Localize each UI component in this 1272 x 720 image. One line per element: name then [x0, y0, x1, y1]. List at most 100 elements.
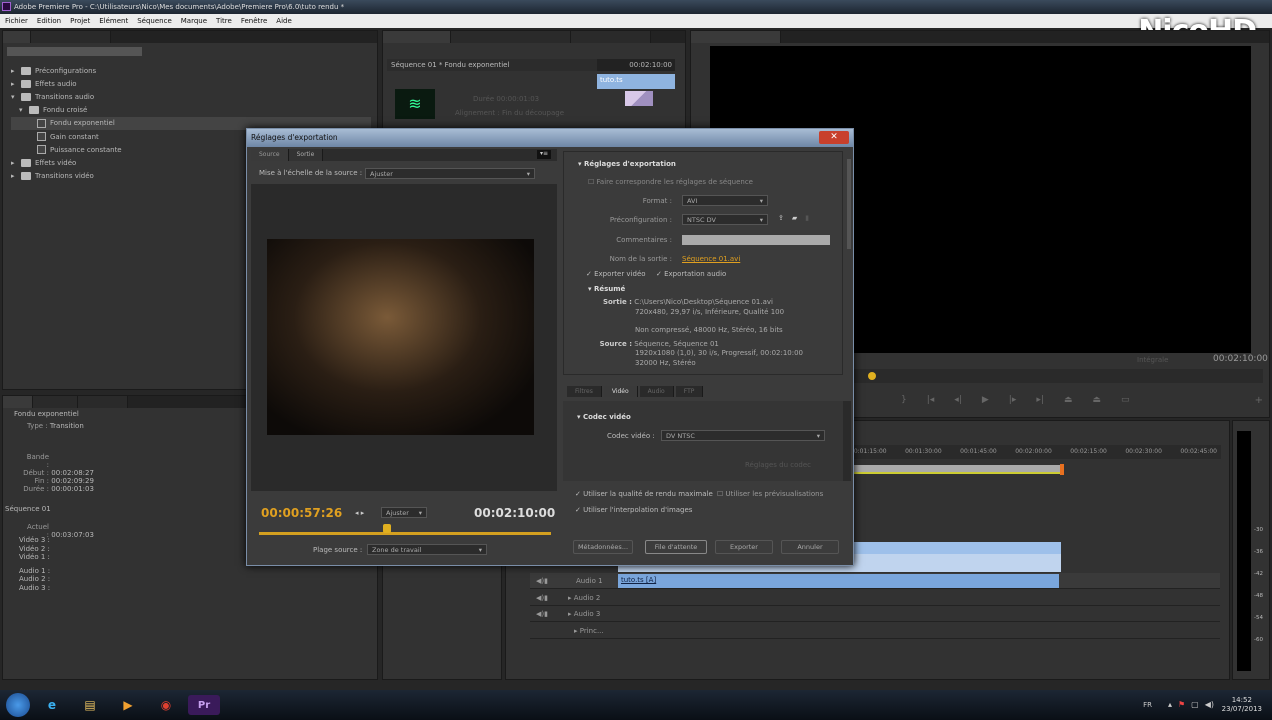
- volume-icon[interactable]: ◀): [1205, 700, 1214, 709]
- export-frame-icon[interactable]: ▭: [1121, 395, 1130, 405]
- go-to-in-icon[interactable]: |◂: [927, 395, 935, 405]
- step-forward-icon[interactable]: |▸: [1009, 395, 1017, 405]
- scale-dropdown[interactable]: Ajuster: [365, 168, 535, 179]
- go-to-out-icon[interactable]: ▸|: [1036, 395, 1044, 405]
- collapse-arrow-icon[interactable]: ▸: [11, 67, 17, 75]
- format-dropdown[interactable]: AVI: [682, 195, 768, 206]
- menu-element[interactable]: Elément: [99, 17, 128, 25]
- ie-icon[interactable]: e: [36, 695, 68, 715]
- collapse-arrow-icon[interactable]: ▸: [11, 159, 17, 167]
- collapse-arrow-icon[interactable]: ▸: [11, 80, 17, 88]
- metadata-button[interactable]: Métadonnées...: [573, 540, 633, 554]
- clock-date[interactable]: 23/07/2013: [1222, 705, 1262, 714]
- folder-icon: [21, 172, 31, 181]
- effects-search-input[interactable]: [7, 47, 142, 56]
- export-audio-checkbox[interactable]: Exportation audio: [664, 270, 726, 278]
- speaker-icon[interactable]: ◀)▮: [536, 610, 548, 618]
- folder-icon: [21, 79, 31, 88]
- frame-blending-checkbox[interactable]: Utiliser l'interpolation d'images: [583, 506, 692, 514]
- tab-effect-controls[interactable]: [383, 31, 451, 43]
- codec-dropdown[interactable]: DV NTSC: [661, 430, 825, 441]
- tab-metadata[interactable]: [571, 31, 651, 43]
- effects-tree-item[interactable]: ▸ Préconfigurations: [11, 64, 371, 77]
- menu-marque[interactable]: Marque: [181, 17, 207, 25]
- import-preset-icon[interactable]: ▰: [792, 214, 797, 222]
- export-button[interactable]: Exporter: [715, 540, 773, 554]
- playhead[interactable]: [868, 372, 876, 380]
- tab-video[interactable]: Vidéo: [603, 386, 638, 397]
- delete-preset-icon[interactable]: ▮: [805, 214, 809, 222]
- language-indicator[interactable]: FR: [1143, 701, 1152, 709]
- work-area-end[interactable]: [1060, 464, 1064, 475]
- previews-checkbox[interactable]: Utiliser les prévisualisations: [726, 490, 824, 498]
- export-video-checkbox[interactable]: Exporter vidéo: [594, 270, 645, 278]
- menu-aide[interactable]: Aide: [276, 17, 291, 25]
- clock-time[interactable]: 14:52: [1222, 696, 1262, 705]
- start-button[interactable]: [6, 693, 30, 717]
- tray-flag-icon[interactable]: ⚑: [1178, 700, 1185, 709]
- close-button[interactable]: ✕: [819, 131, 849, 144]
- comments-input[interactable]: [682, 235, 830, 245]
- panel-menu-icon[interactable]: ▾≡: [537, 150, 551, 159]
- explorer-icon[interactable]: ▤: [74, 695, 106, 715]
- play-icon[interactable]: ▶: [982, 395, 989, 405]
- mark-out-icon[interactable]: }: [901, 395, 907, 405]
- menu-fichier[interactable]: Fichier: [5, 17, 28, 25]
- speaker-icon[interactable]: ◀)▮: [536, 577, 548, 585]
- step-back-icon[interactable]: ◂|: [954, 395, 962, 405]
- lift-icon[interactable]: ⏏: [1064, 395, 1073, 405]
- queue-button[interactable]: File d'attente: [645, 540, 707, 554]
- max-quality-checkbox[interactable]: Utiliser la qualité de rendu maximale: [583, 490, 713, 498]
- output-name-link[interactable]: Séquence 01.avi: [682, 255, 740, 263]
- menu-edition[interactable]: Edition: [37, 17, 61, 25]
- effects-tree-item[interactable]: ▾ Fondu croisé: [11, 104, 371, 117]
- work-area-bar[interactable]: [846, 465, 1061, 474]
- tab-filters[interactable]: Filtres: [567, 386, 602, 397]
- menu-projet[interactable]: Projet: [70, 17, 90, 25]
- tab-output[interactable]: Sortie: [288, 149, 324, 161]
- expand-arrow-icon[interactable]: ▾: [11, 93, 17, 101]
- scrollbar[interactable]: [847, 159, 851, 249]
- codec-scrollbar[interactable]: [843, 401, 851, 481]
- zoom-select[interactable]: Intégrale: [1137, 356, 1168, 364]
- media-player-icon[interactable]: ▶: [112, 695, 144, 715]
- extract-icon[interactable]: ⏏: [1092, 395, 1101, 405]
- menu-fenetre[interactable]: Fenêtre: [241, 17, 267, 25]
- tab-other[interactable]: [31, 31, 111, 43]
- effects-tree-item[interactable]: ▸ Effets audio: [11, 77, 371, 90]
- source-clip[interactable]: tuto.ts: [597, 74, 675, 89]
- collapse-arrow-icon[interactable]: ▸: [11, 172, 17, 180]
- range-dropdown[interactable]: Zone de travail: [367, 544, 487, 555]
- source-range-bar[interactable]: [259, 524, 551, 535]
- dialog-playhead[interactable]: [383, 524, 392, 533]
- tab-effects[interactable]: [3, 31, 31, 43]
- tab-3[interactable]: [78, 396, 128, 408]
- zoom-fit-dropdown[interactable]: Ajuster: [381, 507, 427, 518]
- tray-arrow-icon[interactable]: ▴: [1168, 700, 1172, 709]
- timeline-ruler[interactable]: 00:01:15:00 00:01:30:00 00:01:45:00 00:02:0…: [846, 445, 1221, 459]
- expand-arrow-icon[interactable]: ▾: [19, 106, 25, 114]
- tab-audio-mixer[interactable]: [451, 31, 571, 43]
- chrome-icon[interactable]: ◉: [150, 695, 182, 715]
- codec-settings-button[interactable]: Réglages du codec: [745, 461, 811, 469]
- tab-ftp[interactable]: FTP: [675, 386, 704, 397]
- tab-info[interactable]: [3, 396, 33, 408]
- tab-audio[interactable]: Audio: [639, 386, 674, 397]
- preset-dropdown[interactable]: NTSC DV: [682, 214, 768, 225]
- tab-source[interactable]: Source: [251, 149, 289, 161]
- add-button-icon[interactable]: +: [1255, 395, 1263, 406]
- premiere-taskbar-icon[interactable]: Pr: [188, 695, 220, 715]
- effects-tree-item[interactable]: ▾ Transitions audio: [11, 90, 371, 103]
- network-icon[interactable]: ▢: [1191, 700, 1199, 709]
- tab-2[interactable]: [33, 396, 78, 408]
- menu-sequence[interactable]: Séquence: [137, 17, 172, 25]
- audio-clip[interactable]: tuto.ts [A]: [618, 574, 1059, 588]
- tab-program[interactable]: [691, 31, 781, 43]
- mark-in-out-icons[interactable]: ◂ ▸: [355, 509, 364, 517]
- align-value[interactable]: Fin du découpage: [502, 109, 564, 117]
- match-sequence-checkbox[interactable]: Faire correspondre les réglages de séque…: [597, 178, 753, 186]
- speaker-icon[interactable]: ◀)▮: [536, 594, 548, 602]
- cancel-button[interactable]: Annuler: [781, 540, 839, 554]
- save-preset-icon[interactable]: ⇪: [778, 214, 784, 222]
- menu-titre[interactable]: Titre: [216, 17, 232, 25]
